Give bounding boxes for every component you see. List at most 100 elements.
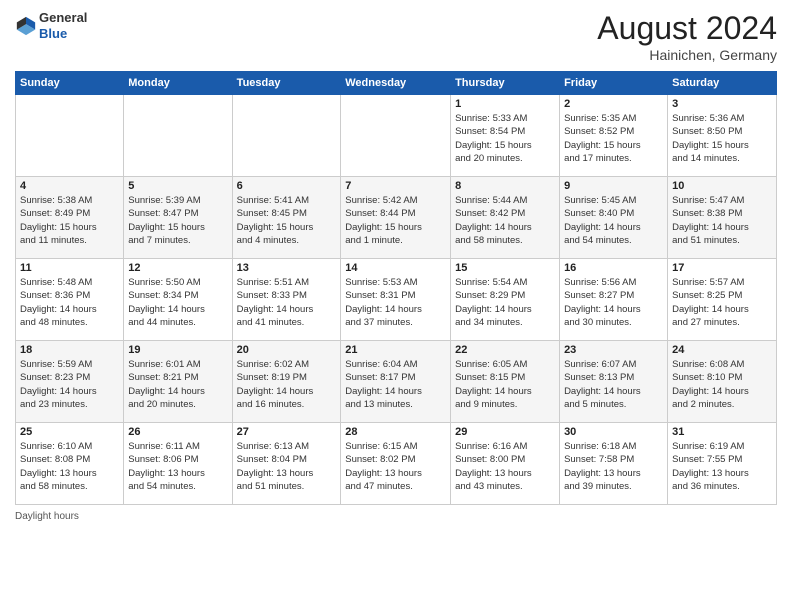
week-row-5: 25 Sunrise: 6:10 AM Sunset: 8:08 PM Dayli…	[16, 423, 777, 505]
weekday-header-row: SundayMondayTuesdayWednesdayThursdayFrid…	[16, 72, 777, 95]
day-info: Sunrise: 6:13 AM Sunset: 8:04 PM Dayligh…	[237, 440, 337, 493]
calendar-cell: 2 Sunrise: 5:35 AM Sunset: 8:52 PM Daylig…	[560, 95, 668, 177]
calendar-cell: 31Sunrise: 6:19 AM Sunset: 7:55 PM Dayli…	[668, 423, 777, 505]
day-number: 5	[128, 180, 227, 192]
calendar-cell: 9 Sunrise: 5:45 AM Sunset: 8:40 PM Daylig…	[560, 177, 668, 259]
calendar-cell: 23 Sunrise: 6:07 AM Sunset: 8:13 PM Dayli…	[560, 341, 668, 423]
calendar-cell: 3 Sunrise: 5:36 AM Sunset: 8:50 PM Daylig…	[668, 95, 777, 177]
day-number: 6	[237, 180, 337, 192]
day-info: Sunrise: 5:41 AM Sunset: 8:45 PM Dayligh…	[237, 194, 337, 247]
day-info: Sunrise: 6:11 AM Sunset: 8:06 PM Dayligh…	[128, 440, 227, 493]
day-info: Sunrise: 5:54 AM Sunset: 8:29 PM Dayligh…	[455, 276, 555, 329]
page: General Blue August 2024 Hainichen, Germ…	[0, 0, 792, 612]
day-number: 9	[564, 180, 663, 192]
day-number: 2	[564, 98, 663, 110]
day-number: 18	[20, 344, 119, 356]
day-number: 15	[455, 262, 555, 274]
day-info: Sunrise: 5:35 AM Sunset: 8:52 PM Dayligh…	[564, 112, 663, 165]
calendar-cell: 12 Sunrise: 5:50 AM Sunset: 8:34 PM Dayli…	[124, 259, 232, 341]
day-info: Sunrise: 6:15 AM Sunset: 8:02 PM Dayligh…	[345, 440, 446, 493]
day-number: 1	[455, 98, 555, 110]
day-info: Sunrise: 5:38 AM Sunset: 8:49 PM Dayligh…	[20, 194, 119, 247]
calendar-cell: 11Sunrise: 5:48 AM Sunset: 8:36 PM Dayli…	[16, 259, 124, 341]
day-number: 14	[345, 262, 446, 274]
day-number: 13	[237, 262, 337, 274]
day-number: 27	[237, 426, 337, 438]
day-info: Sunrise: 5:56 AM Sunset: 8:27 PM Dayligh…	[564, 276, 663, 329]
day-info: Sunrise: 5:50 AM Sunset: 8:34 PM Dayligh…	[128, 276, 227, 329]
day-info: Sunrise: 6:18 AM Sunset: 7:58 PM Dayligh…	[564, 440, 663, 493]
day-number: 23	[564, 344, 663, 356]
footer: Daylight hours	[15, 511, 777, 522]
calendar-cell	[232, 95, 341, 177]
day-info: Sunrise: 5:57 AM Sunset: 8:25 PM Dayligh…	[672, 276, 772, 329]
weekday-header-friday: Friday	[560, 72, 668, 95]
day-number: 28	[345, 426, 446, 438]
day-number: 12	[128, 262, 227, 274]
day-number: 7	[345, 180, 446, 192]
day-info: Sunrise: 5:45 AM Sunset: 8:40 PM Dayligh…	[564, 194, 663, 247]
day-number: 30	[564, 426, 663, 438]
calendar-cell: 26Sunrise: 6:11 AM Sunset: 8:06 PM Dayli…	[124, 423, 232, 505]
month-year: August 2024	[597, 10, 777, 47]
day-number: 24	[672, 344, 772, 356]
title-block: August 2024 Hainichen, Germany	[597, 10, 777, 63]
calendar-cell	[124, 95, 232, 177]
logo-text: General Blue	[39, 10, 87, 41]
day-number: 8	[455, 180, 555, 192]
weekday-header-sunday: Sunday	[16, 72, 124, 95]
calendar-cell: 13 Sunrise: 5:51 AM Sunset: 8:33 PM Dayli…	[232, 259, 341, 341]
calendar-cell: 21Sunrise: 6:04 AM Sunset: 8:17 PM Dayli…	[341, 341, 451, 423]
day-number: 22	[455, 344, 555, 356]
calendar-cell: 10Sunrise: 5:47 AM Sunset: 8:38 PM Dayli…	[668, 177, 777, 259]
calendar-cell: 5Sunrise: 5:39 AM Sunset: 8:47 PM Daylig…	[124, 177, 232, 259]
calendar-cell: 25 Sunrise: 6:10 AM Sunset: 8:08 PM Dayli…	[16, 423, 124, 505]
calendar-cell	[16, 95, 124, 177]
day-info: Sunrise: 5:53 AM Sunset: 8:31 PM Dayligh…	[345, 276, 446, 329]
day-number: 20	[237, 344, 337, 356]
weekday-header-saturday: Saturday	[668, 72, 777, 95]
day-number: 25	[20, 426, 119, 438]
day-number: 17	[672, 262, 772, 274]
day-number: 4	[20, 180, 119, 192]
weekday-header-tuesday: Tuesday	[232, 72, 341, 95]
calendar-cell: 17 Sunrise: 5:57 AM Sunset: 8:25 PM Dayli…	[668, 259, 777, 341]
calendar-cell: 1 Sunrise: 5:33 AM Sunset: 8:54 PM Daylig…	[451, 95, 560, 177]
weekday-header-monday: Monday	[124, 72, 232, 95]
day-info: Sunrise: 6:04 AM Sunset: 8:17 PM Dayligh…	[345, 358, 446, 411]
day-info: Sunrise: 5:59 AM Sunset: 8:23 PM Dayligh…	[20, 358, 119, 411]
day-number: 3	[672, 98, 772, 110]
calendar-cell: 6 Sunrise: 5:41 AM Sunset: 8:45 PM Daylig…	[232, 177, 341, 259]
day-info: Sunrise: 6:01 AM Sunset: 8:21 PM Dayligh…	[128, 358, 227, 411]
day-info: Sunrise: 5:33 AM Sunset: 8:54 PM Dayligh…	[455, 112, 555, 165]
calendar-table: SundayMondayTuesdayWednesdayThursdayFrid…	[15, 71, 777, 505]
logo-icon	[15, 15, 37, 37]
week-row-1: 1 Sunrise: 5:33 AM Sunset: 8:54 PM Daylig…	[16, 95, 777, 177]
day-info: Sunrise: 6:19 AM Sunset: 7:55 PM Dayligh…	[672, 440, 772, 493]
day-info: Sunrise: 5:47 AM Sunset: 8:38 PM Dayligh…	[672, 194, 772, 247]
weekday-header-wednesday: Wednesday	[341, 72, 451, 95]
calendar-cell: 22 Sunrise: 6:05 AM Sunset: 8:15 PM Dayli…	[451, 341, 560, 423]
day-info: Sunrise: 5:44 AM Sunset: 8:42 PM Dayligh…	[455, 194, 555, 247]
calendar-cell: 27 Sunrise: 6:13 AM Sunset: 8:04 PM Dayli…	[232, 423, 341, 505]
day-info: Sunrise: 6:02 AM Sunset: 8:19 PM Dayligh…	[237, 358, 337, 411]
day-info: Sunrise: 6:07 AM Sunset: 8:13 PM Dayligh…	[564, 358, 663, 411]
day-info: Sunrise: 6:16 AM Sunset: 8:00 PM Dayligh…	[455, 440, 555, 493]
logo-blue: Blue	[39, 26, 67, 41]
week-row-3: 11Sunrise: 5:48 AM Sunset: 8:36 PM Dayli…	[16, 259, 777, 341]
calendar-cell: 29Sunrise: 6:16 AM Sunset: 8:00 PM Dayli…	[451, 423, 560, 505]
day-info: Sunrise: 6:05 AM Sunset: 8:15 PM Dayligh…	[455, 358, 555, 411]
calendar-cell: 24Sunrise: 6:08 AM Sunset: 8:10 PM Dayli…	[668, 341, 777, 423]
day-info: Sunrise: 6:10 AM Sunset: 8:08 PM Dayligh…	[20, 440, 119, 493]
calendar-cell: 7 Sunrise: 5:42 AM Sunset: 8:44 PM Daylig…	[341, 177, 451, 259]
day-info: Sunrise: 5:51 AM Sunset: 8:33 PM Dayligh…	[237, 276, 337, 329]
calendar-cell	[341, 95, 451, 177]
day-info: Sunrise: 5:42 AM Sunset: 8:44 PM Dayligh…	[345, 194, 446, 247]
calendar-cell: 16 Sunrise: 5:56 AM Sunset: 8:27 PM Dayli…	[560, 259, 668, 341]
week-row-2: 4 Sunrise: 5:38 AM Sunset: 8:49 PM Daylig…	[16, 177, 777, 259]
calendar-cell: 28 Sunrise: 6:15 AM Sunset: 8:02 PM Dayli…	[341, 423, 451, 505]
weekday-header-thursday: Thursday	[451, 72, 560, 95]
day-info: Sunrise: 5:48 AM Sunset: 8:36 PM Dayligh…	[20, 276, 119, 329]
day-info: Sunrise: 5:36 AM Sunset: 8:50 PM Dayligh…	[672, 112, 772, 165]
day-number: 16	[564, 262, 663, 274]
